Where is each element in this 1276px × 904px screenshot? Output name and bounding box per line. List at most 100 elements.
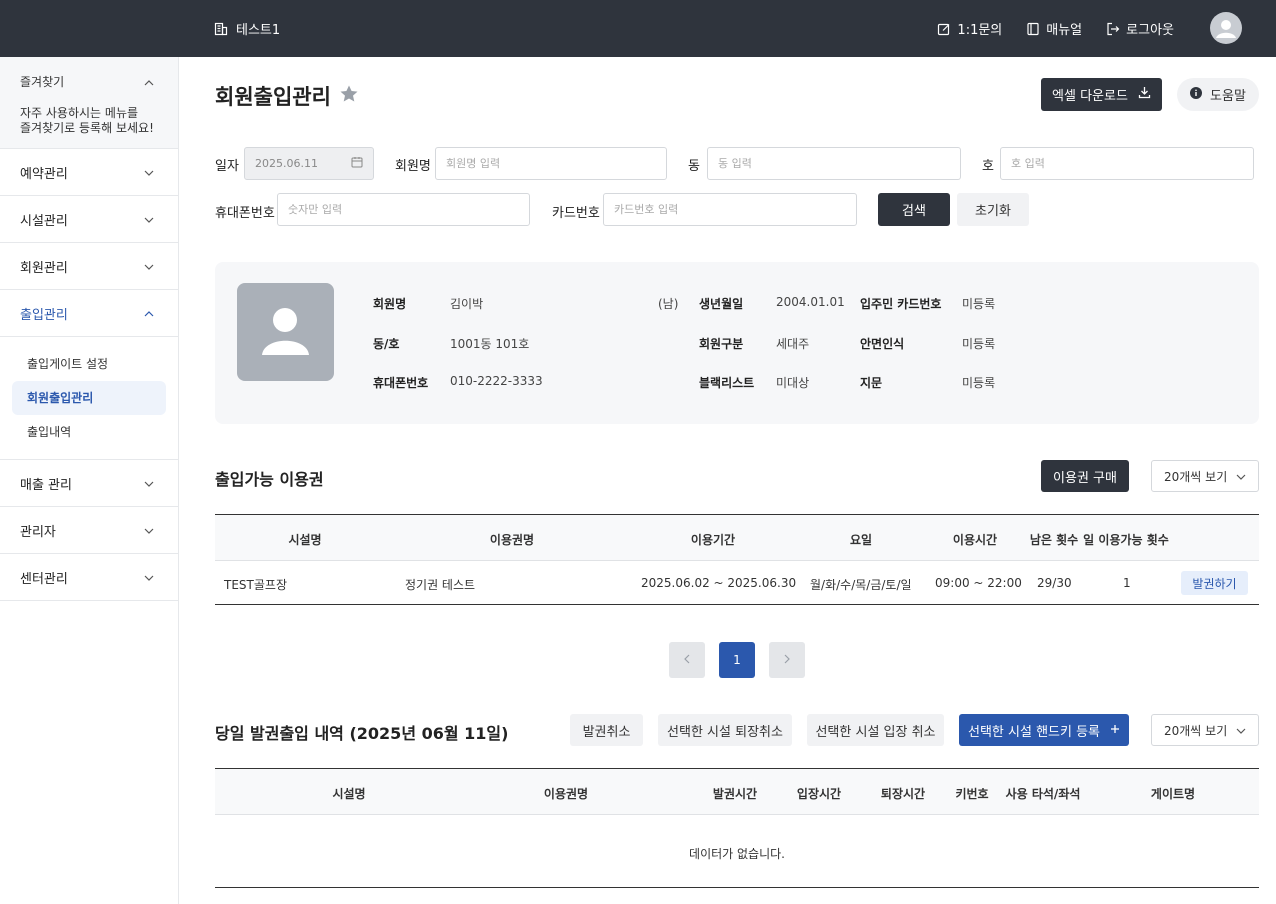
cancel-exit-button[interactable]: 선택한 시설 퇴장취소: [658, 714, 792, 746]
sidebar-item-center[interactable]: 센터관리: [0, 554, 178, 601]
ho-input[interactable]: [1000, 147, 1254, 180]
page-title-text: 회원출입관리: [215, 85, 331, 109]
birth-value: 2004.01.01: [776, 295, 845, 309]
fingerprint-value: 미등록: [962, 376, 996, 390]
member-type-key: 회원구분: [699, 337, 744, 351]
building-icon: [214, 22, 228, 36]
chevron-down-icon: [144, 570, 154, 585]
help-button[interactable]: 도움말: [1177, 78, 1259, 111]
tickets-page-size-select[interactable]: 20개씩 보기: [1151, 460, 1259, 492]
name-value: 김이박: [450, 297, 484, 311]
member-photo: [237, 283, 334, 381]
subnav-member-access[interactable]: 회원출입관리: [12, 381, 166, 415]
cell-days: 월/화/수/목/금/토/일: [810, 578, 912, 592]
edit-icon: [937, 22, 951, 36]
sidebar-item-admin[interactable]: 관리자: [0, 507, 178, 554]
member-name-input[interactable]: [435, 147, 667, 180]
brand[interactable]: 테스트1: [214, 19, 280, 38]
phone-input[interactable]: [277, 193, 530, 226]
empty-message: 데이터가 없습니다.: [689, 847, 785, 861]
cell-daily: 1: [1123, 576, 1131, 590]
date-value: 2025.06.11: [255, 157, 318, 170]
reset-button[interactable]: 초기화: [957, 193, 1029, 226]
member-name-label: 회원명: [395, 159, 431, 174]
logout-label: 로그아웃: [1126, 23, 1174, 38]
history-page-size-select[interactable]: 20개씩 보기: [1151, 714, 1259, 746]
dong-label: 동: [688, 159, 700, 174]
chevron-down-icon: [1236, 469, 1246, 483]
phone-value: 010-2222-3333: [450, 374, 543, 388]
col-entry-time: 입장시간: [796, 787, 842, 801]
col-gate: 게이트명: [1150, 787, 1196, 801]
manual-link[interactable]: 매뉴얼: [1026, 19, 1082, 38]
excel-download-label: 엑셀 다운로드: [1052, 89, 1128, 104]
col-remaining: 남은 횟수: [1029, 533, 1079, 547]
subnav-gate-settings[interactable]: 출입게이트 설정: [12, 347, 166, 381]
sidebar-item-sales[interactable]: 매출 관리: [0, 460, 178, 507]
sidebar-item-label: 센터관리: [20, 571, 68, 587]
resident-card-value: 미등록: [962, 297, 996, 311]
download-icon: [1138, 86, 1151, 103]
dong-input[interactable]: [707, 147, 961, 180]
chevron-down-icon: [144, 523, 154, 538]
subnav-access-history[interactable]: 출입내역: [12, 415, 166, 449]
brand-name: 테스트1: [236, 23, 281, 38]
chevron-up-icon[interactable]: [144, 75, 154, 90]
sidebar: 즐겨찾기 자주 사용하시는 메뉴를 즐겨찾기로 등록해 보세요! 예약관리 시설…: [0, 57, 179, 904]
buy-ticket-button[interactable]: 이용권 구매: [1041, 460, 1129, 492]
inquiry-link[interactable]: 1:1문의: [937, 19, 1002, 38]
info-icon: [1190, 86, 1203, 103]
col-daily: 일 이용가능 횟수: [1083, 533, 1169, 547]
unit-key: 동/호: [373, 337, 400, 351]
top-nav: 1:1문의 매뉴얼 로그아웃: [937, 19, 1174, 38]
access-subnav: 출입게이트 설정 회원출입관리 출입내역: [0, 337, 178, 460]
sidebar-item-label: 시설관리: [20, 213, 68, 229]
cancel-entry-button[interactable]: 선택한 시설 입장 취소: [807, 714, 944, 746]
user-avatar[interactable]: [1210, 12, 1242, 44]
sidebar-item-reservation[interactable]: 예약관리: [0, 149, 178, 196]
register-handkey-button[interactable]: 선택한 시설 핸드키 등록: [959, 714, 1129, 746]
fingerprint-key: 지문: [860, 376, 883, 390]
page-1-button[interactable]: 1: [719, 642, 755, 678]
cell-facility: TEST골프장: [224, 578, 287, 592]
star-icon[interactable]: [339, 84, 359, 109]
ho-label: 호: [982, 159, 994, 174]
sidebar-item-member[interactable]: 회원관리: [0, 243, 178, 290]
issue-ticket-button[interactable]: 발권하기: [1181, 571, 1248, 595]
col-days: 요일: [849, 533, 873, 547]
sidebar-item-label: 관리자: [20, 524, 56, 540]
search-button[interactable]: 검색: [878, 193, 950, 226]
cell-time: 09:00 ~ 22:00: [935, 576, 1022, 590]
phone-key: 휴대폰번호: [373, 376, 429, 390]
table-row: TEST골프장 정기권 테스트 2025.06.02 ~ 2025.06.30 …: [215, 561, 1259, 605]
sidebar-item-access[interactable]: 출입관리: [0, 290, 178, 337]
chevron-down-icon: [144, 165, 154, 180]
cancel-issue-button[interactable]: 발권취소: [570, 714, 643, 746]
chevron-left-icon: [684, 653, 690, 667]
col-issue-time: 발권시간: [712, 787, 758, 801]
page-size-value: 20개씩 보기: [1164, 469, 1228, 484]
member-profile-card: 회원명 김이박 (남) 동/호 1001동 101호 휴대폰번호 010-222…: [215, 262, 1259, 424]
sidebar-item-facility[interactable]: 시설관리: [0, 196, 178, 243]
favorites-title: 즐겨찾기: [20, 75, 65, 89]
chevron-up-icon: [144, 306, 154, 321]
cell-ticket: 정기권 테스트: [405, 578, 476, 592]
favorites-description: 자주 사용하시는 메뉴를 즐겨찾기로 등록해 보세요!: [20, 106, 154, 135]
sidebar-item-label: 출입관리: [20, 307, 68, 323]
resident-card-key: 입주민 카드번호: [860, 297, 942, 311]
logout-link[interactable]: 로그아웃: [1106, 19, 1174, 38]
face-recognition-key: 안면인식: [860, 337, 905, 351]
chevron-down-icon: [144, 212, 154, 227]
card-number-input[interactable]: [603, 193, 857, 226]
member-type-value: 세대주: [776, 337, 810, 351]
face-recognition-value: 미등록: [962, 337, 996, 351]
excel-download-button[interactable]: 엑셀 다운로드: [1041, 78, 1162, 111]
prev-page-button[interactable]: [669, 642, 705, 678]
sidebar-item-label: 예약관리: [20, 166, 68, 182]
next-page-button[interactable]: [769, 642, 805, 678]
chevron-down-icon: [1236, 723, 1246, 737]
date-picker[interactable]: 2025.06.11: [244, 147, 374, 180]
history-table-header: 시설명 이용권명 발권시간 입장시간 퇴장시간 키번호 사용 타석/좌석 게이트…: [215, 768, 1259, 815]
user-icon: [1216, 20, 1236, 38]
chevron-down-icon: [144, 476, 154, 491]
